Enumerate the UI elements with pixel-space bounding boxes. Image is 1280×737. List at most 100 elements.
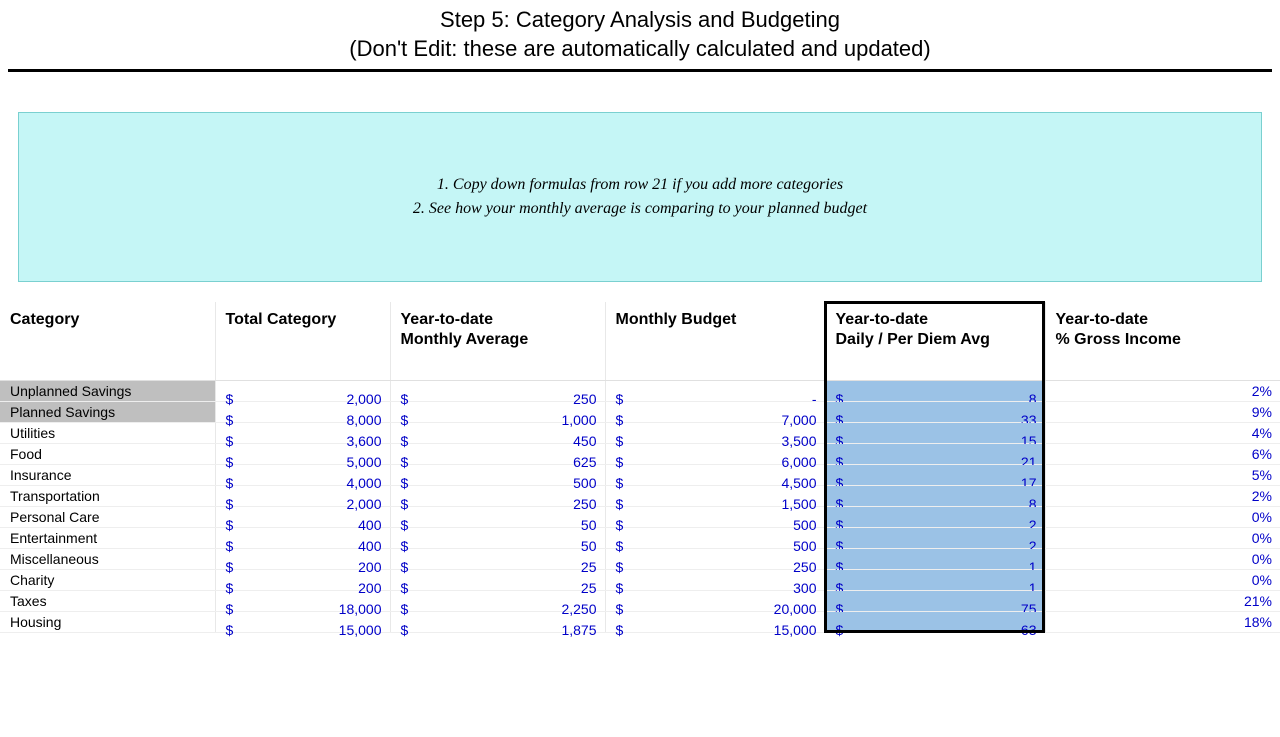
table-row: Taxes$18,000$2,250$20,000$7521% [0,591,1280,612]
cell-pct-gross[interactable]: 0% [1045,507,1280,528]
cell-daily-avg[interactable]: $8 [825,381,1045,402]
cell-category[interactable]: Charity [0,570,215,591]
cell-total[interactable]: $2,000 [215,381,390,402]
cell-total[interactable]: $2,000 [215,486,390,507]
cell-pct-gross[interactable]: 0% [1045,528,1280,549]
cell-monthly-avg[interactable]: $450 [390,423,605,444]
cell-daily-avg[interactable]: $8 [825,486,1045,507]
cell-monthly-budget[interactable]: $500 [605,507,825,528]
cell-category[interactable]: Personal Care [0,507,215,528]
table-row: Miscellaneous$200$25$250$10% [0,549,1280,570]
cell-pct-gross[interactable]: 9% [1045,402,1280,423]
cell-monthly-budget[interactable]: $15,000 [605,612,825,633]
cell-monthly-avg[interactable]: $500 [390,465,605,486]
cell-monthly-budget[interactable]: $20,000 [605,591,825,612]
cell-monthly-budget[interactable]: $7,000 [605,402,825,423]
cell-category[interactable]: Transportation [0,486,215,507]
table-row: Planned Savings$8,000$1,000$7,000$339% [0,402,1280,423]
table-row: Insurance$4,000$500$4,500$175% [0,465,1280,486]
cell-pct-gross[interactable]: 4% [1045,423,1280,444]
table-row: Charity$200$25$300$10% [0,570,1280,591]
cell-total[interactable]: $15,000 [215,612,390,633]
cell-pct-gross[interactable]: 0% [1045,570,1280,591]
cell-total[interactable]: $400 [215,507,390,528]
cell-category[interactable]: Planned Savings [0,402,215,423]
cell-monthly-budget[interactable]: $- [605,381,825,402]
cell-daily-avg[interactable]: $63 [825,612,1045,633]
cell-monthly-avg[interactable]: $50 [390,528,605,549]
cell-category[interactable]: Unplanned Savings [0,381,215,402]
cell-daily-avg[interactable]: $21 [825,444,1045,465]
header-monthly-budget[interactable]: Monthly Budget [605,302,825,381]
cell-total[interactable]: $400 [215,528,390,549]
table-row: Entertainment$400$50$500$20% [0,528,1280,549]
sheet-title: Step 5: Category Analysis and Budgeting … [8,0,1272,72]
cell-monthly-budget[interactable]: $3,500 [605,423,825,444]
spreadsheet-view: Step 5: Category Analysis and Budgeting … [0,0,1280,633]
cell-monthly-avg[interactable]: $25 [390,549,605,570]
cell-daily-avg[interactable]: $1 [825,549,1045,570]
cell-monthly-budget[interactable]: $4,500 [605,465,825,486]
cell-total[interactable]: $4,000 [215,465,390,486]
cell-daily-avg[interactable]: $15 [825,423,1045,444]
cell-pct-gross[interactable]: 18% [1045,612,1280,633]
cell-monthly-avg[interactable]: $1,000 [390,402,605,423]
cell-category[interactable]: Utilities [0,423,215,444]
cell-pct-gross[interactable]: 2% [1045,381,1280,402]
cell-monthly-avg[interactable]: $1,875 [390,612,605,633]
cell-category[interactable]: Housing [0,612,215,633]
table-row: Personal Care$400$50$500$20% [0,507,1280,528]
cell-total[interactable]: $3,600 [215,423,390,444]
cell-daily-avg[interactable]: $2 [825,507,1045,528]
instruction-2: 2. See how your monthly average is compa… [413,197,867,221]
title-line-1: Step 5: Category Analysis and Budgeting [8,6,1272,35]
cell-monthly-budget[interactable]: $500 [605,528,825,549]
cell-category[interactable]: Taxes [0,591,215,612]
header-pct-gross[interactable]: Year-to-date% Gross Income [1045,302,1280,381]
table-row: Transportation$2,000$250$1,500$82% [0,486,1280,507]
cell-category[interactable]: Food [0,444,215,465]
instruction-1: 1. Copy down formulas from row 21 if you… [437,173,843,197]
table-body: Unplanned Savings$2,000$250$-$82%Planned… [0,381,1280,633]
cell-monthly-avg[interactable]: $625 [390,444,605,465]
cell-monthly-avg[interactable]: $250 [390,381,605,402]
cell-total[interactable]: $200 [215,570,390,591]
cell-daily-avg[interactable]: $1 [825,570,1045,591]
cell-monthly-avg[interactable]: $2,250 [390,591,605,612]
instructions-box: 1. Copy down formulas from row 21 if you… [18,112,1262,282]
header-row: Category Total Category Year-to-dateMont… [0,302,1280,381]
cell-daily-avg[interactable]: $33 [825,402,1045,423]
cell-pct-gross[interactable]: 0% [1045,549,1280,570]
cell-daily-avg[interactable]: $2 [825,528,1045,549]
budget-table: Category Total Category Year-to-dateMont… [0,302,1280,633]
cell-total[interactable]: $18,000 [215,591,390,612]
title-line-2: (Don't Edit: these are automatically cal… [8,35,1272,64]
cell-category[interactable]: Miscellaneous [0,549,215,570]
cell-monthly-avg[interactable]: $50 [390,507,605,528]
cell-category[interactable]: Entertainment [0,528,215,549]
table-row: Unplanned Savings$2,000$250$-$82% [0,381,1280,402]
cell-total[interactable]: $8,000 [215,402,390,423]
header-daily-avg[interactable]: Year-to-dateDaily / Per Diem Avg [825,302,1045,381]
cell-pct-gross[interactable]: 2% [1045,486,1280,507]
cell-pct-gross[interactable]: 5% [1045,465,1280,486]
cell-monthly-avg[interactable]: $250 [390,486,605,507]
table-row: Housing$15,000$1,875$15,000$6318% [0,612,1280,633]
cell-daily-avg[interactable]: $17 [825,465,1045,486]
cell-monthly-budget[interactable]: $1,500 [605,486,825,507]
cell-total[interactable]: $200 [215,549,390,570]
cell-total[interactable]: $5,000 [215,444,390,465]
header-category[interactable]: Category [0,302,215,381]
cell-monthly-budget[interactable]: $300 [605,570,825,591]
cell-monthly-avg[interactable]: $25 [390,570,605,591]
cell-monthly-budget[interactable]: $250 [605,549,825,570]
header-total[interactable]: Total Category [215,302,390,381]
table-row: Food$5,000$625$6,000$216% [0,444,1280,465]
cell-daily-avg[interactable]: $75 [825,591,1045,612]
cell-pct-gross[interactable]: 6% [1045,444,1280,465]
cell-category[interactable]: Insurance [0,465,215,486]
table-row: Utilities$3,600$450$3,500$154% [0,423,1280,444]
cell-pct-gross[interactable]: 21% [1045,591,1280,612]
header-monthly-avg[interactable]: Year-to-dateMonthly Average [390,302,605,381]
cell-monthly-budget[interactable]: $6,000 [605,444,825,465]
